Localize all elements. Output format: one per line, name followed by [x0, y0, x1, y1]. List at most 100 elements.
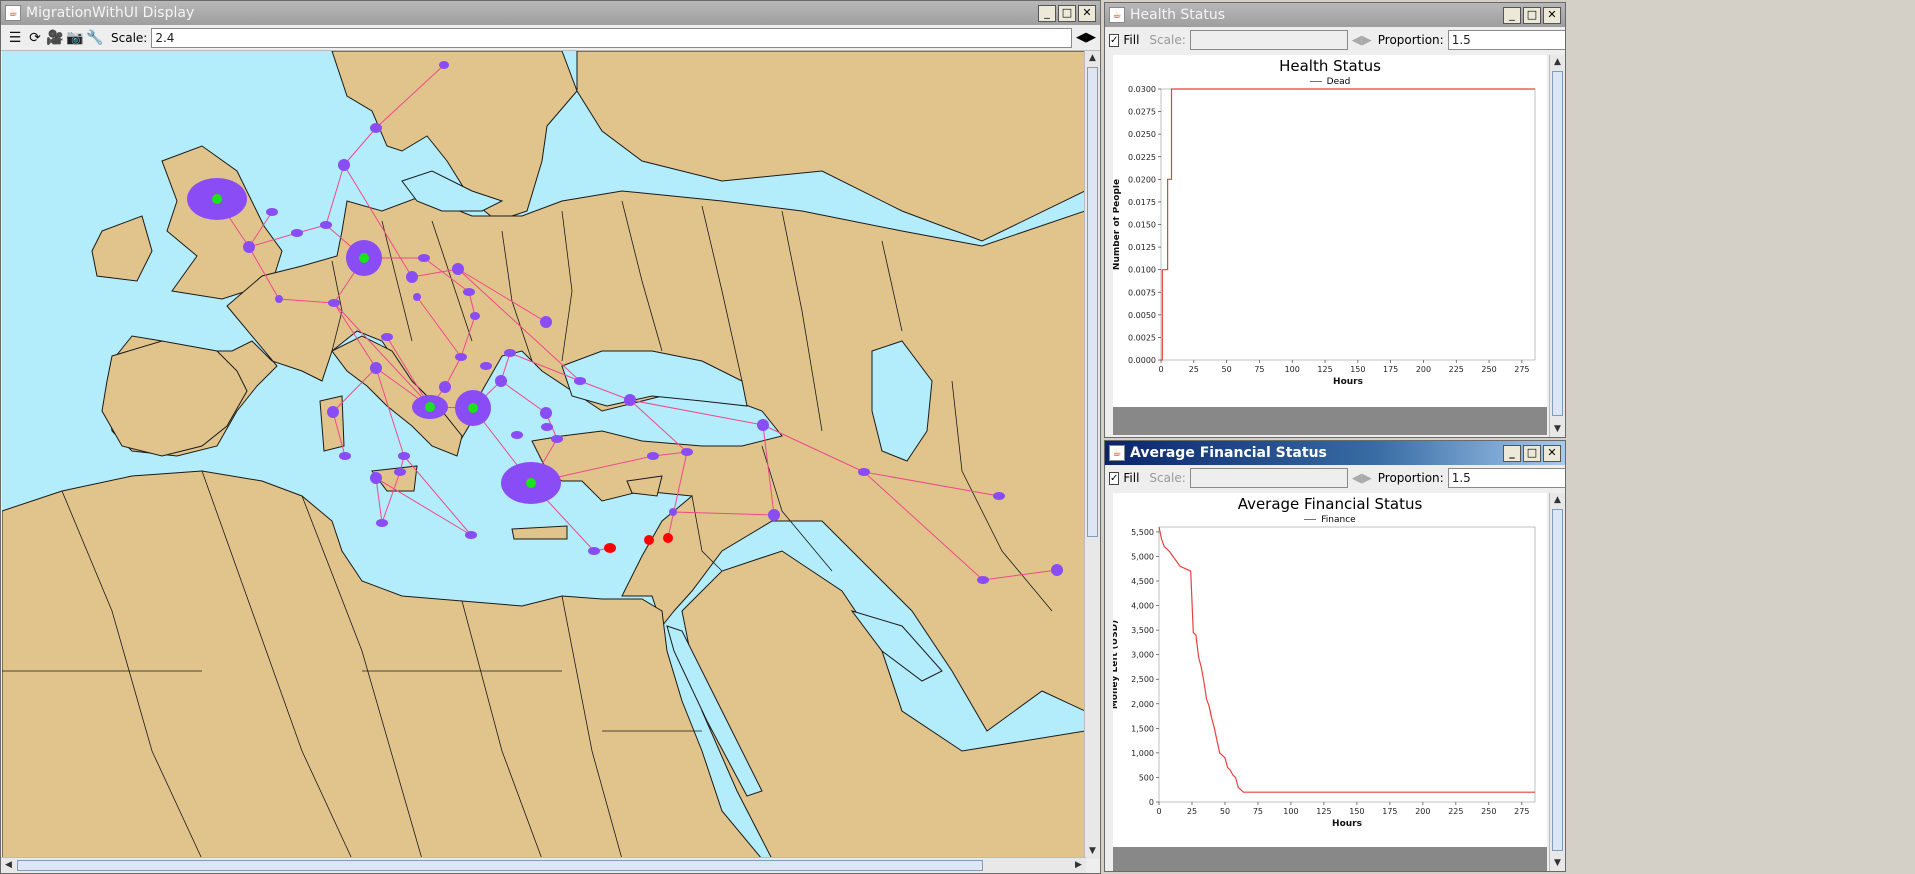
scroll-down-icon[interactable]: ▼: [1550, 422, 1565, 437]
finance-bottom-strip: [1113, 847, 1547, 871]
health-bottom-strip: [1113, 407, 1547, 435]
x-tick-label: 225: [1448, 807, 1463, 816]
x-tick-label: 175: [1383, 365, 1398, 374]
chart-title: Average Financial Status: [1237, 495, 1423, 513]
chart-title: Health Status: [1279, 57, 1381, 75]
x-axis-label: Hours: [1333, 377, 1363, 387]
scale-arrows-icon[interactable]: ◀▶: [1352, 33, 1372, 48]
health-chart-svg: 0.0000 0.0025 0.0050 0.0075 0.0100 0.0125 0.01…: [1112, 85, 1536, 387]
movie-icon[interactable]: 🎥: [45, 28, 65, 48]
plot-frame: [1158, 526, 1536, 803]
land-crete: [511, 525, 568, 540]
y-tick-label: 5,500: [1131, 528, 1154, 537]
fill-checkbox[interactable]: ✓: [1109, 33, 1120, 47]
maximize-button[interactable]: □: [1058, 4, 1076, 22]
refresh-icon[interactable]: ⟳: [25, 28, 45, 48]
scroll-right-icon[interactable]: ▶: [1071, 858, 1086, 873]
x-tick-label: 0: [1158, 365, 1163, 374]
x-tick-label: 200: [1416, 365, 1431, 374]
y-axis-label: Number of People: [1113, 179, 1122, 270]
map-vertical-scrollbar[interactable]: ▲ ▼: [1084, 51, 1100, 859]
health-vertical-scrollbar[interactable]: ▲ ▼: [1549, 55, 1565, 437]
scale-input[interactable]: [1189, 468, 1348, 488]
x-tick-label: 50: [1220, 807, 1230, 816]
wrench-icon[interactable]: 🔧: [85, 28, 105, 48]
y-tick-label: 0.0175: [1128, 198, 1156, 207]
x-tick-label: 150: [1349, 807, 1364, 816]
x-tick-label: 175: [1382, 807, 1397, 816]
finance-chart-svg: 05001,0001,5002,0002,5003,0003,5004,0004…: [1110, 526, 1536, 829]
finance-vertical-scrollbar[interactable]: ▲ ▼: [1549, 493, 1565, 871]
y-tick-label: 0: [1149, 798, 1154, 807]
y-axis-label: Money Left (USD): [1113, 620, 1120, 709]
y-tick-label: 2,500: [1131, 675, 1154, 684]
x-tick-label: 250: [1481, 365, 1496, 374]
scale-arrows-icon[interactable]: ◀▶: [1352, 471, 1372, 486]
proportion-input[interactable]: [1447, 30, 1565, 50]
scroll-up-icon[interactable]: ▲: [1550, 493, 1565, 508]
y-tick-label: 2,000: [1131, 700, 1154, 709]
y-tick-label: 0.0050: [1128, 311, 1156, 320]
map-horizontal-scrollbar[interactable]: ◀ ▶: [1, 857, 1086, 873]
health-window-titlebar[interactable]: ☕ Health Status _ □ ✕: [1105, 3, 1565, 27]
minimize-button[interactable]: _: [1038, 4, 1056, 22]
close-button[interactable]: ✕: [1543, 444, 1561, 462]
scroll-up-icon[interactable]: ▲: [1550, 55, 1565, 70]
scale-label: Scale:: [1149, 471, 1186, 485]
x-tick-label: 225: [1449, 365, 1464, 374]
scroll-down-icon[interactable]: ▼: [1550, 856, 1565, 871]
health-vertical-thumb[interactable]: [1552, 71, 1563, 416]
scale-arrows-icon[interactable]: ◀▶: [1076, 30, 1096, 45]
plot-frame: [1160, 88, 1536, 361]
x-tick-label: 250: [1481, 807, 1496, 816]
y-tick-label: 0.0250: [1128, 130, 1156, 139]
scale-input[interactable]: [151, 27, 1072, 48]
y-tick-label: 0.0000: [1128, 356, 1156, 365]
scroll-down-icon[interactable]: ▼: [1085, 844, 1100, 859]
y-tick-label: 4,000: [1131, 602, 1154, 611]
chart-legend: Finance: [1113, 515, 1547, 525]
health-toolbar: ✓ Fill Scale: ◀▶ Proportion: ◀▶: [1105, 27, 1565, 53]
finance-toolbar: ✓ Fill Scale: ◀▶ Proportion: ◀▶: [1105, 465, 1565, 491]
y-tick-label: 0.0275: [1128, 108, 1156, 117]
map-svg: [2, 51, 1085, 859]
map-canvas[interactable]: [2, 51, 1085, 859]
x-tick-label: 125: [1316, 807, 1331, 816]
proportion-label: Proportion:: [1377, 33, 1444, 47]
layers-icon[interactable]: ☰: [5, 28, 25, 48]
scroll-up-icon[interactable]: ▲: [1085, 51, 1100, 66]
x-tick-label: 75: [1253, 807, 1263, 816]
maximize-button[interactable]: □: [1523, 6, 1541, 24]
y-tick-label: 0.0100: [1128, 266, 1156, 275]
land-north-africa: [2, 470, 763, 859]
y-tick-label: 1,000: [1131, 749, 1154, 758]
camera-icon[interactable]: 📷: [65, 28, 85, 48]
y-tick-label: 0.0200: [1128, 175, 1156, 184]
health-chart-panel: Health Status Dead 0.0000 0.0025 0.0050 0.0…: [1112, 55, 1547, 407]
close-button[interactable]: ✕: [1078, 4, 1096, 22]
y-tick-label: 0.0025: [1128, 333, 1156, 342]
main-window-titlebar[interactable]: ☕ MigrationWithUI Display _ □ ✕: [1, 1, 1100, 25]
minimize-button[interactable]: _: [1503, 444, 1521, 462]
fill-checkbox[interactable]: ✓: [1109, 471, 1120, 485]
legend-swatch: [1309, 81, 1322, 82]
x-tick-label: 25: [1189, 365, 1199, 374]
chart-legend: Dead: [1113, 77, 1547, 87]
x-tick-label: 275: [1514, 807, 1529, 816]
y-tick-label: 0.0125: [1128, 243, 1156, 252]
map-horizontal-thumb[interactable]: [17, 860, 983, 871]
x-tick-label: 200: [1415, 807, 1430, 816]
maximize-button[interactable]: □: [1523, 444, 1541, 462]
y-tick-label: 3,500: [1131, 626, 1154, 635]
proportion-input[interactable]: [1447, 468, 1565, 488]
x-axis-label: Hours: [1332, 819, 1362, 829]
finance-window-titlebar[interactable]: ☕ Average Financial Status _ □ ✕: [1105, 441, 1565, 465]
finance-vertical-thumb[interactable]: [1552, 509, 1563, 851]
close-button[interactable]: ✕: [1543, 6, 1561, 24]
legend-label: Finance: [1321, 515, 1356, 525]
scale-input[interactable]: [1189, 30, 1348, 50]
minimize-button[interactable]: _: [1503, 6, 1521, 24]
scroll-left-icon[interactable]: ◀: [1, 858, 16, 873]
x-tick-label: 0: [1156, 807, 1161, 816]
map-vertical-thumb[interactable]: [1087, 67, 1098, 537]
